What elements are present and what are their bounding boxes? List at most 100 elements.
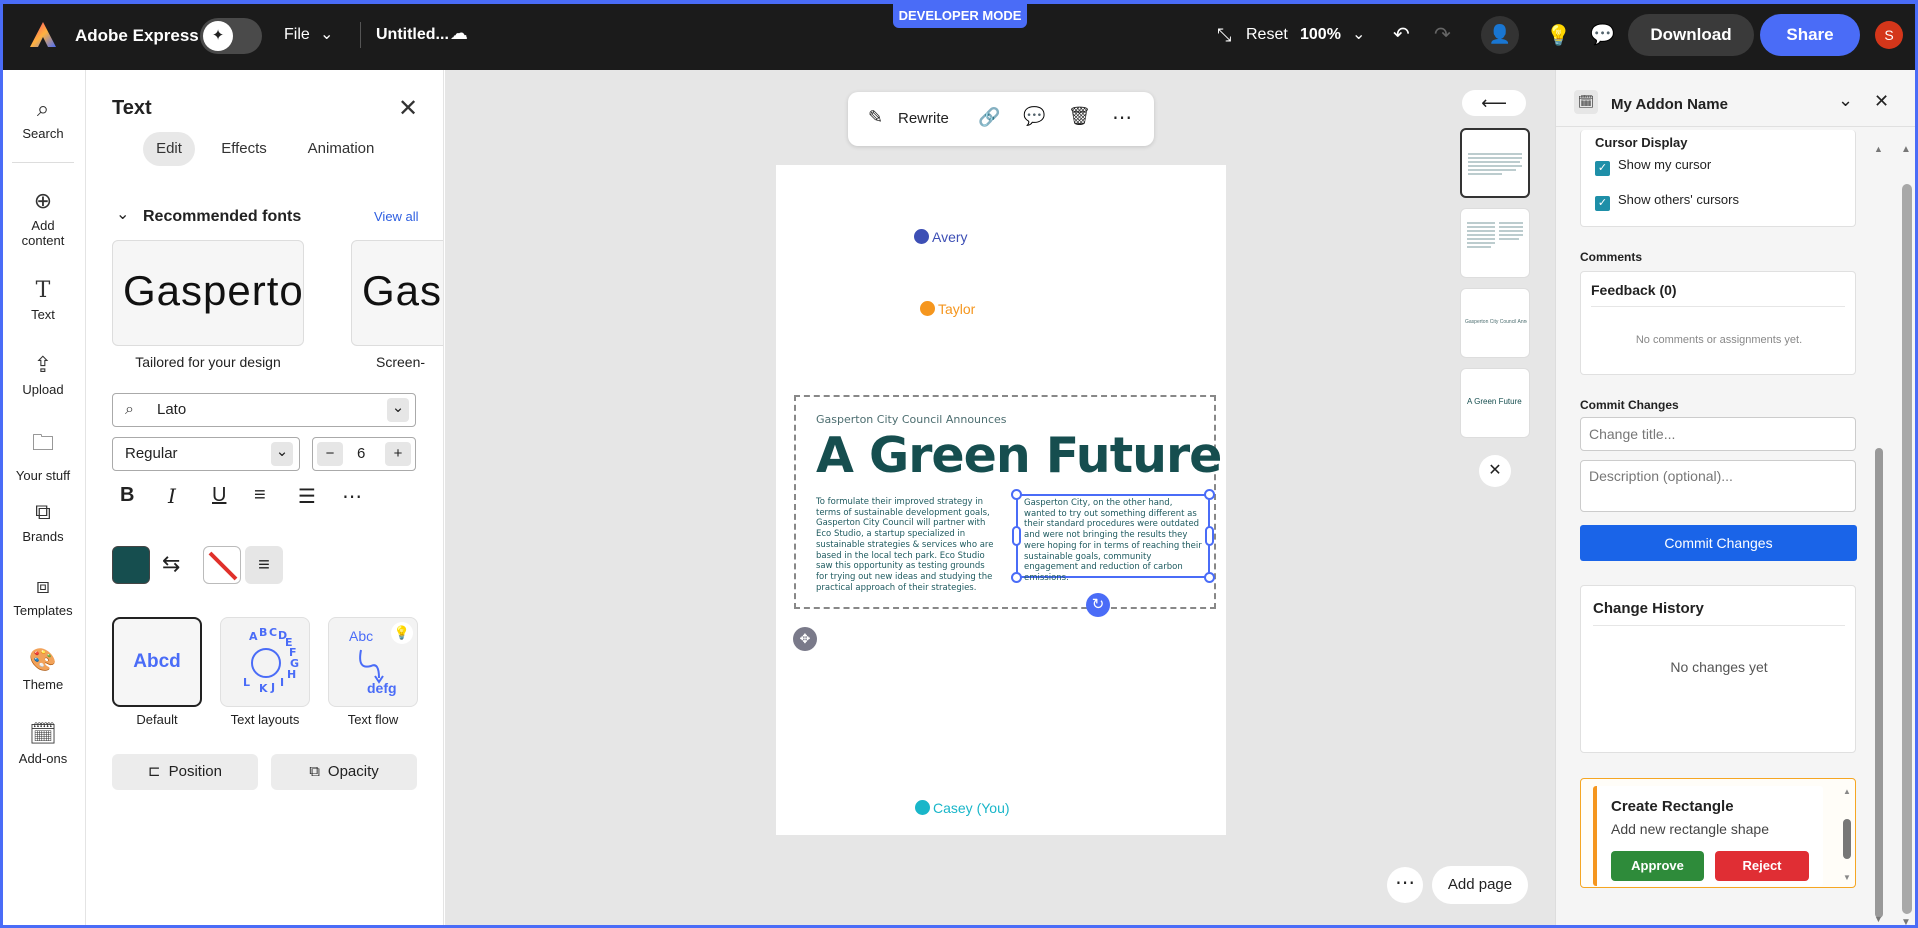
no-fill-swatch[interactable] [203, 546, 241, 584]
rail-theme[interactable]: 🎨 Theme [0, 647, 86, 692]
panel-scrollbar[interactable]: ▲ ▼ [1874, 144, 1884, 924]
bold-icon[interactable]: B [120, 484, 134, 507]
rail-search[interactable]: ⌕ Search [0, 96, 86, 141]
zoom-level[interactable]: 100% [1300, 26, 1341, 44]
page-thumbnail-3[interactable]: Gasperton City Council Announces [1460, 288, 1530, 358]
zoom-chevron-icon[interactable]: ⌄ [1352, 24, 1365, 44]
rail-brands[interactable]: ⧉ Brands [0, 499, 86, 544]
rail-text[interactable]: T Text [0, 278, 86, 322]
rail-your-stuff[interactable]: 🗀 Your stuff [0, 426, 86, 483]
page-thumbnail-2[interactable] [1460, 208, 1530, 278]
reject-button[interactable]: Reject [1715, 851, 1809, 881]
collapse-pages-button[interactable]: ⟵ [1462, 90, 1526, 116]
minus-icon[interactable]: − [317, 442, 343, 466]
close-icon[interactable]: ✕ [398, 94, 418, 123]
font-card-screen[interactable]: Gaspe [351, 240, 443, 346]
scrollbar-thumb[interactable] [1843, 819, 1851, 859]
resize-handle[interactable] [1204, 572, 1215, 583]
font-family-select[interactable]: ⌕ Lato ⌄ [112, 393, 416, 427]
reset-button[interactable]: Reset [1246, 26, 1288, 44]
plus-icon[interactable]: + [385, 442, 411, 466]
text-style-flow[interactable]: Abc 💡 defg [328, 617, 418, 707]
avatar[interactable]: S [1875, 21, 1903, 49]
tab-edit[interactable]: Edit [143, 132, 195, 166]
side-handle[interactable] [1012, 526, 1021, 546]
page-thumbnail-4[interactable]: A Green Future [1460, 368, 1530, 438]
change-title-input[interactable]: Change title... [1580, 417, 1856, 451]
redo-icon[interactable]: ↷ [1434, 22, 1451, 47]
tab-animation[interactable]: Animation [291, 132, 391, 166]
commit-changes-button[interactable]: Commit Changes [1580, 525, 1857, 561]
rewrite-button[interactable]: Rewrite [898, 110, 949, 127]
rotate-icon[interactable]: ↻ [1086, 593, 1110, 617]
close-pages-icon[interactable]: ✕ [1479, 455, 1511, 487]
scroll-down-arrow-icon[interactable]: ▼ [1874, 914, 1883, 924]
swap-icon[interactable]: ⇆ [162, 551, 180, 577]
font-weight-select[interactable]: Regular ⌄ [112, 437, 300, 471]
align-left-icon[interactable]: ≡ [254, 484, 266, 507]
opacity-button[interactable]: ⧉ Opacity [271, 754, 417, 790]
scroll-up-arrow-icon[interactable]: ▲ [1843, 787, 1851, 796]
side-handle[interactable] [1205, 526, 1214, 546]
collapse-icon[interactable]: ⤡ [1217, 25, 1231, 46]
view-all-link[interactable]: View all [374, 209, 419, 224]
chevron-down-icon[interactable]: ⌄ [116, 204, 129, 224]
file-menu[interactable]: File [284, 26, 310, 44]
more-icon[interactable]: ⋯ [342, 484, 362, 509]
scrollbar-thumb[interactable] [1875, 448, 1883, 918]
description-textarea[interactable]: Description (optional)... [1580, 460, 1856, 512]
underline-icon[interactable]: U [212, 484, 226, 507]
list-icon[interactable]: ☰ [298, 484, 316, 509]
selected-text-box[interactable]: Gasperton City, on the other hand, wante… [1011, 489, 1215, 583]
trash-icon[interactable]: 🗑 [1068, 106, 1091, 127]
link-icon[interactable]: 🔗 [978, 107, 1000, 128]
rail-templates[interactable]: ⧈ Templates [0, 573, 86, 618]
close-icon[interactable]: ✕ [1874, 91, 1889, 112]
text-style-default[interactable]: Abcd [112, 617, 202, 707]
undo-icon[interactable]: ↶ [1393, 22, 1410, 47]
resize-handle[interactable] [1204, 489, 1215, 500]
tab-effects[interactable]: Effects [214, 132, 274, 166]
move-handle-icon[interactable]: ✥ [793, 627, 817, 651]
approve-button[interactable]: Approve [1611, 851, 1704, 881]
font-card-tailored[interactable]: Gasperton C ♛ [112, 240, 304, 346]
font-size-stepper[interactable]: − 6 + [312, 437, 416, 471]
outer-scrollbar[interactable]: ▲ ▼ [1901, 144, 1913, 928]
body-column-1[interactable]: To formulate their improved strategy in … [816, 497, 996, 593]
design-page[interactable]: Avery Taylor Casey (You) Gasperton City … [776, 165, 1226, 835]
add-page-button[interactable]: Add page [1432, 866, 1528, 904]
headline-text[interactable]: A Green Future [816, 427, 1222, 484]
document-title[interactable]: Untitled... [376, 26, 449, 44]
text-color-swatch[interactable] [112, 546, 150, 584]
rewrite-icon[interactable]: ✎ [868, 107, 883, 128]
show-others-cursors-checkbox[interactable]: ✓ Show others' cursors [1595, 192, 1739, 211]
scroll-up-arrow-icon[interactable]: ▲ [1901, 144, 1911, 155]
page-thumbnail-1[interactable] [1460, 128, 1530, 198]
comment-icon[interactable]: 💬 [1023, 106, 1045, 127]
chevron-down-icon[interactable]: ⌄ [1838, 90, 1853, 111]
resize-handle[interactable] [1011, 489, 1022, 500]
stroke-weight-button[interactable]: ≡ [245, 546, 283, 584]
lightbulb-icon[interactable]: 💡 [1546, 23, 1571, 48]
group-selection[interactable]: Gasperton City Council Announces A Green… [794, 395, 1222, 617]
show-my-cursor-checkbox[interactable]: ✓ Show my cursor [1595, 157, 1711, 176]
text-style-layouts[interactable]: AB CD E F G H IJL K [220, 617, 310, 707]
download-button[interactable]: Download [1628, 14, 1754, 56]
inner-scrollbar[interactable]: ▲ ▼ [1843, 787, 1851, 882]
more-pages-button[interactable]: ⋯ [1387, 867, 1423, 903]
scrollbar-thumb[interactable] [1902, 184, 1912, 914]
scroll-up-arrow-icon[interactable]: ▲ [1874, 144, 1883, 154]
adobe-express-logo-icon[interactable] [28, 20, 58, 50]
more-icon[interactable]: ⋯ [1112, 105, 1132, 130]
collaborators-button[interactable]: 👤 [1481, 16, 1519, 54]
ai-toggle[interactable]: ✦ [200, 18, 262, 54]
position-button[interactable]: ⊏ Position [112, 754, 258, 790]
scroll-down-arrow-icon[interactable]: ▼ [1843, 873, 1851, 882]
rail-add-content[interactable]: ⊕ Add content [0, 188, 86, 248]
share-button[interactable]: Share [1760, 14, 1860, 56]
rail-add-ons[interactable]: 🗓 Add-ons [0, 721, 86, 766]
italic-icon[interactable]: I [168, 484, 176, 508]
chevron-down-icon[interactable]: ⌄ [320, 24, 333, 44]
resize-handle[interactable] [1011, 572, 1022, 583]
rail-upload[interactable]: ⇪ Upload [0, 352, 86, 397]
